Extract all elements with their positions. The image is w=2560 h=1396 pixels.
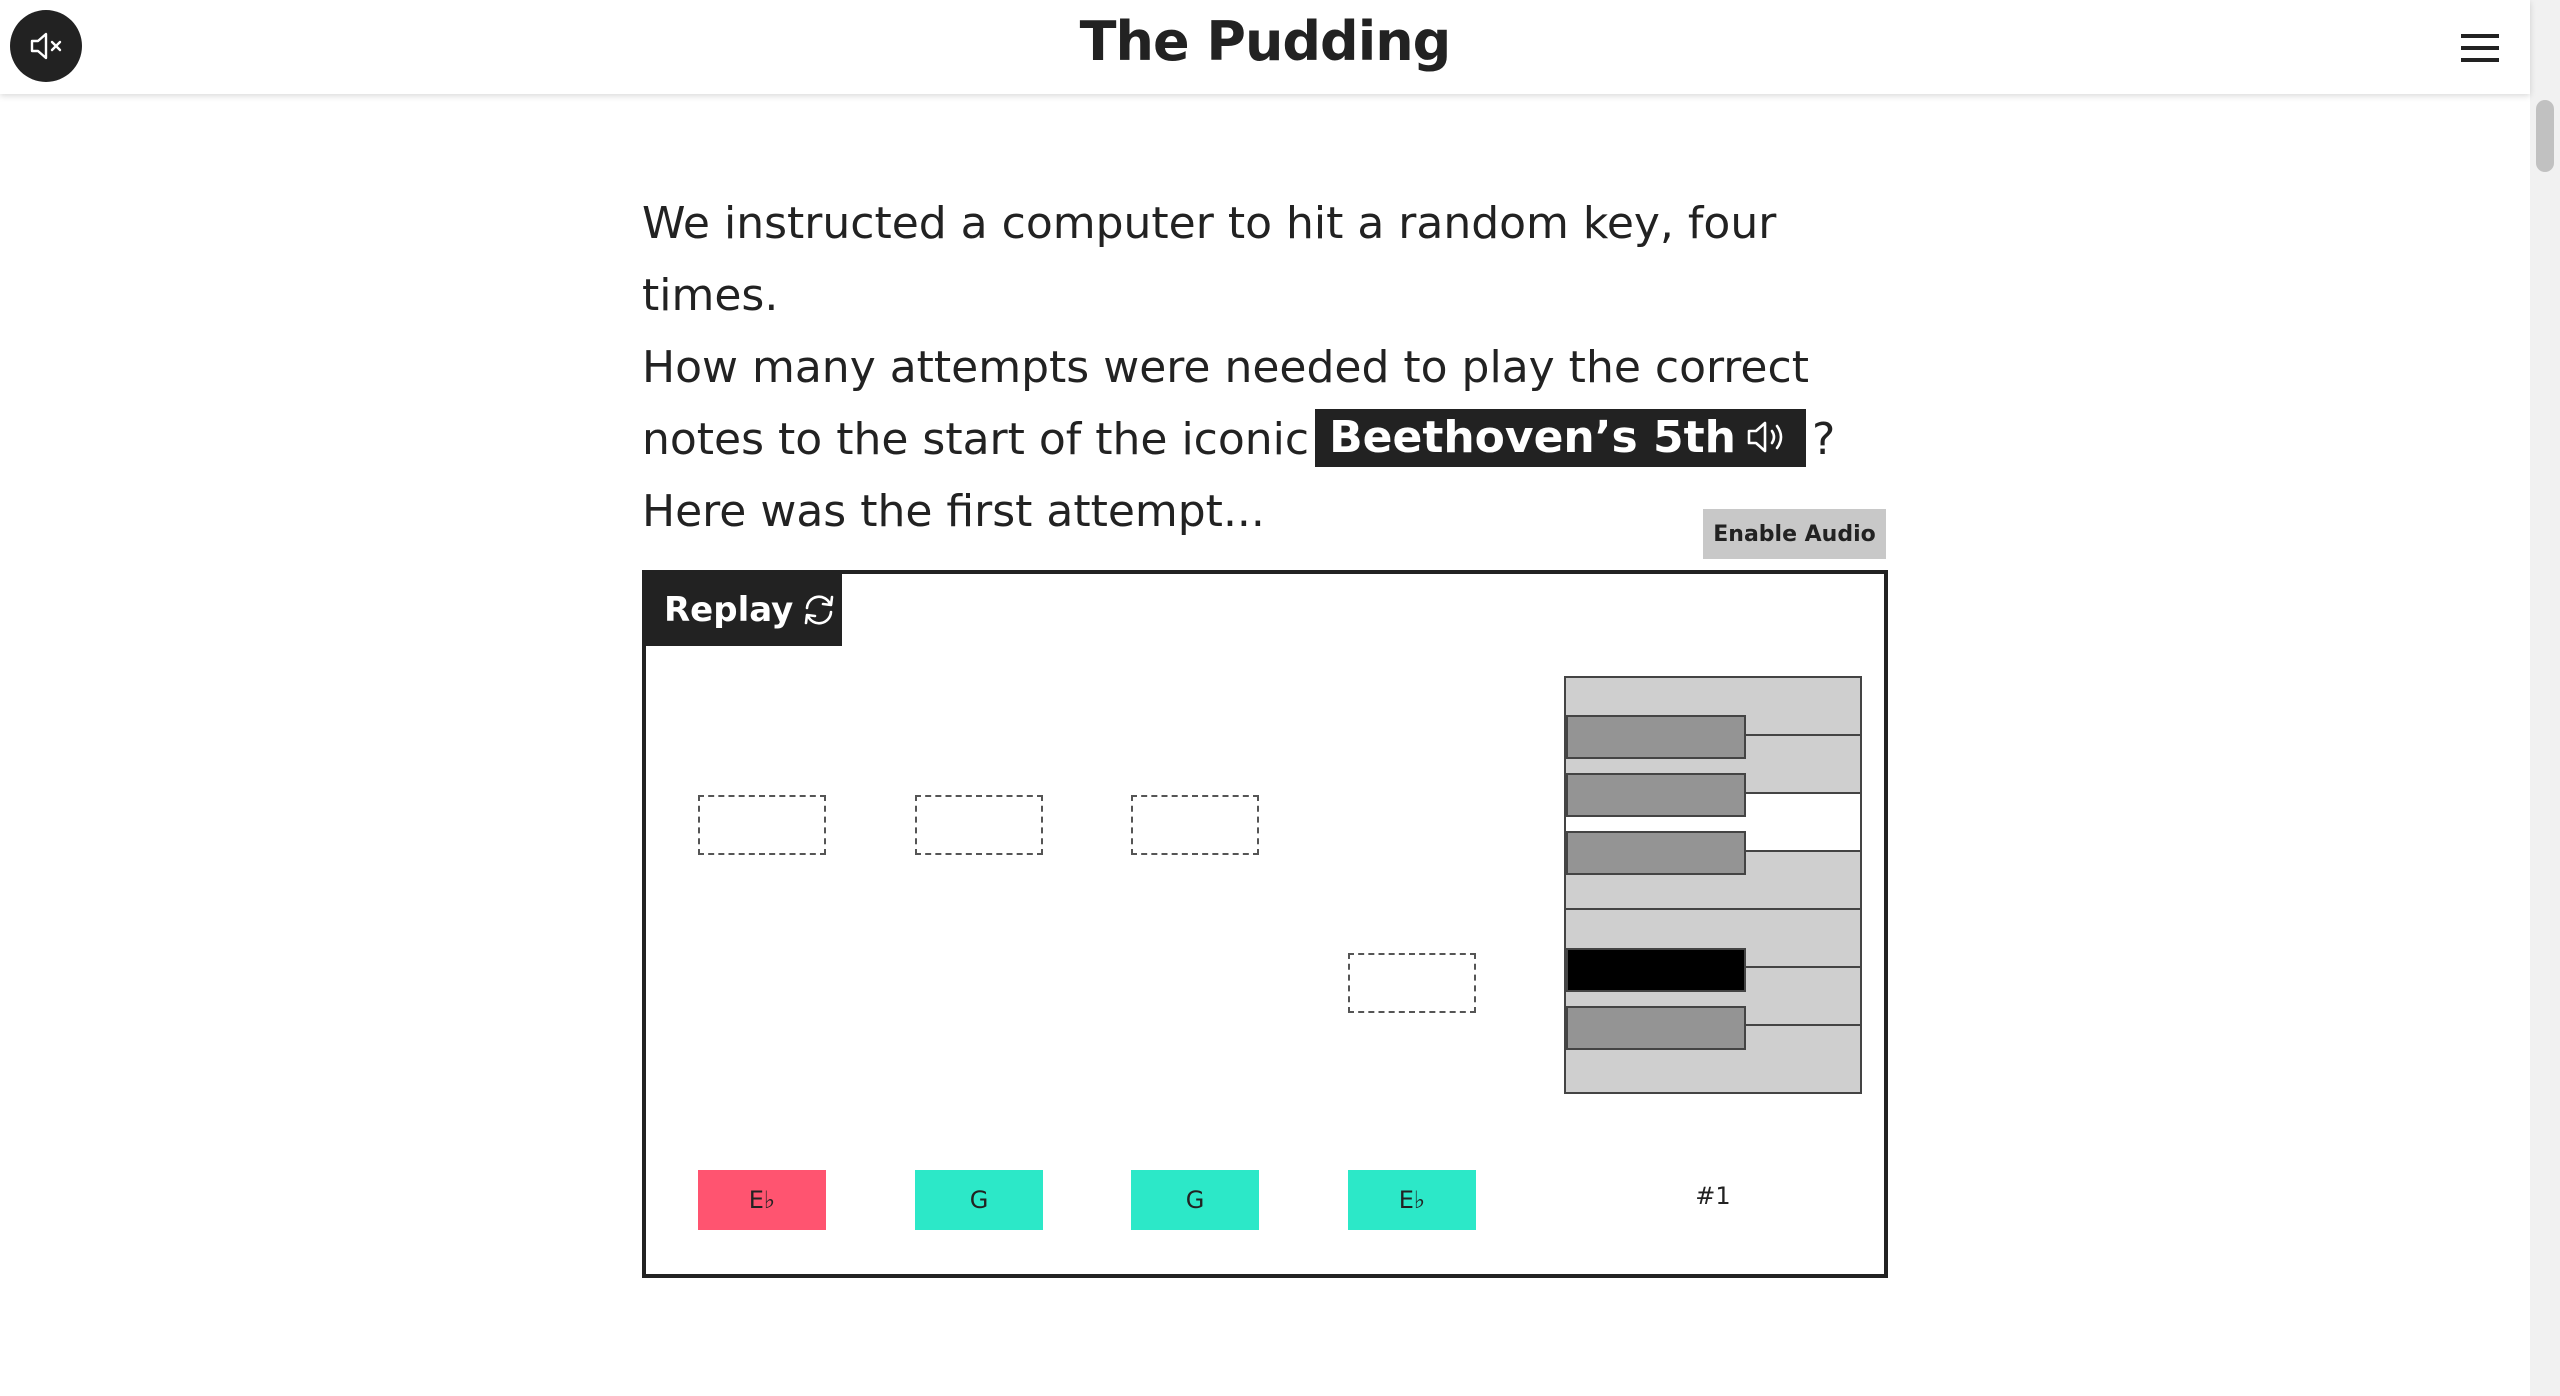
speaker-sound-icon — [1747, 421, 1783, 453]
note-slot-4 — [1348, 953, 1476, 1013]
piano-keyboard — [1564, 676, 1862, 1094]
play-song-button[interactable]: Beethoven’s 5th — [1315, 409, 1806, 467]
replay-label: Replay — [664, 590, 794, 630]
black-key-active — [1566, 948, 1746, 992]
refresh-icon — [804, 595, 834, 625]
intro-line-1: We instructed a computer to hit a random… — [642, 198, 1777, 321]
note-label-1: E♭ — [698, 1170, 826, 1230]
site-logo[interactable]: The Pudding — [0, 10, 2530, 73]
black-key — [1566, 715, 1746, 759]
note-label-4: E♭ — [1348, 1170, 1476, 1230]
intro-line-2: How many attempts were needed to play th… — [642, 342, 1809, 393]
black-key — [1566, 1006, 1746, 1050]
intro-text: We instructed a computer to hit a random… — [642, 188, 1902, 548]
enable-audio-button[interactable]: Enable Audio — [1703, 509, 1886, 559]
scrollbar-thumb[interactable] — [2536, 100, 2554, 172]
black-key — [1566, 831, 1746, 875]
hamburger-menu-icon — [2461, 34, 2499, 38]
page-scrollbar[interactable] — [2530, 0, 2560, 1396]
intro-line-3-start: notes to the start of the iconic — [642, 414, 1310, 465]
black-key — [1566, 773, 1746, 817]
menu-button[interactable] — [2455, 28, 2505, 68]
attempt-counter: #1 — [1695, 1182, 1731, 1210]
note-label-2: G — [915, 1170, 1043, 1230]
note-label-3: G — [1131, 1170, 1259, 1230]
intro-line-3-end: ? — [1811, 414, 1836, 465]
note-slot-3 — [1131, 795, 1259, 855]
song-title: Beethoven’s 5th — [1329, 412, 1736, 463]
note-slot-2 — [915, 795, 1043, 855]
site-header: The Pudding — [0, 0, 2530, 94]
replay-button[interactable]: Replay — [646, 574, 842, 646]
note-slot-1 — [698, 795, 826, 855]
intro-line-3: notes to the start of the iconic Beethove… — [642, 404, 1902, 476]
